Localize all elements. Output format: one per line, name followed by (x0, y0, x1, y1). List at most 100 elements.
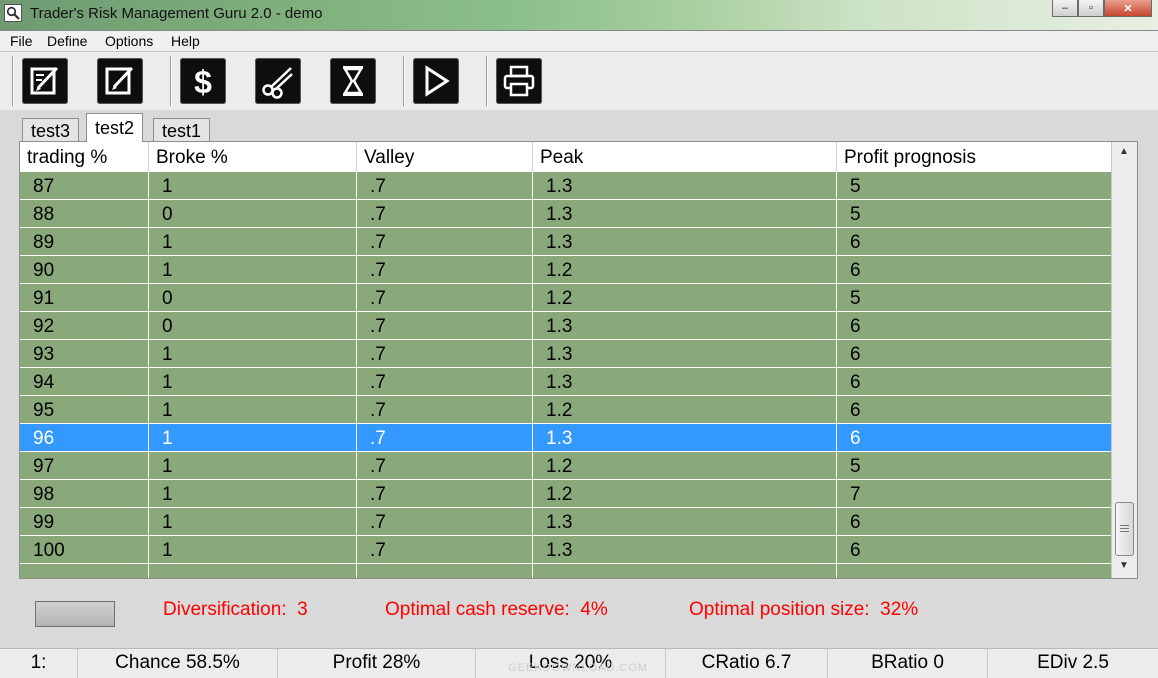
table-row[interactable]: 100 1.7 1.3 6 (20, 536, 1112, 564)
table-cell[interactable]: 95 (20, 396, 149, 424)
table-cell[interactable]: .7 (357, 368, 533, 396)
table-cell[interactable]: .7 (357, 508, 533, 536)
table-cell[interactable]: 6 (837, 508, 1112, 536)
table-row[interactable]: 90 1.7 1.2 6 (20, 256, 1112, 284)
table-cell[interactable]: 1 (149, 172, 357, 200)
tab-test2[interactable]: test2 (86, 113, 144, 142)
scroll-thumb[interactable] (1115, 502, 1134, 556)
menu-help[interactable]: Help (171, 33, 200, 49)
table-row[interactable]: 99 1.7 1.3 6 (20, 508, 1112, 536)
table-cell[interactable]: 100 (20, 536, 149, 564)
table-cell[interactable]: 5 (837, 452, 1112, 480)
table-row[interactable]: 94 1.7 1.3 6 (20, 368, 1112, 396)
table-cell[interactable]: 88 (20, 200, 149, 228)
table-row[interactable]: 98 1.7 1.2 7 (20, 480, 1112, 508)
table-cell[interactable]: 1 (149, 256, 357, 284)
column-header[interactable]: Broke % (149, 142, 357, 172)
table-cell[interactable]: 87 (20, 172, 149, 200)
table-cell[interactable]: 6 (837, 256, 1112, 284)
table-cell[interactable]: 89 (20, 228, 149, 256)
scroll-up-icon[interactable]: ▲ (1119, 146, 1129, 157)
table-row[interactable]: 87 1.7 1.3 5 (20, 172, 1112, 200)
table-row[interactable]: 89 1.7 1.3 6 (20, 228, 1112, 256)
table-cell[interactable]: 1.2 (533, 480, 837, 508)
table-cell[interactable]: .7 (357, 480, 533, 508)
table-cell[interactable]: 5 (837, 284, 1112, 312)
table-cell[interactable]: 6 (837, 228, 1112, 256)
table-row[interactable]: 93 1.7 1.3 6 (20, 340, 1112, 368)
table-cell[interactable]: .7 (357, 172, 533, 200)
tab-test1[interactable]: test1 (153, 118, 211, 142)
table-cell[interactable]: .7 (357, 396, 533, 424)
menu-file[interactable]: File (10, 33, 33, 49)
table-row[interactable]: 88 0.7 1.3 5 (20, 200, 1112, 228)
table-cell[interactable]: .7 (357, 200, 533, 228)
vertical-scrollbar[interactable]: ▲ ▼ (1111, 142, 1137, 578)
table-cell[interactable]: 1.3 (533, 172, 837, 200)
print-button[interactable] (496, 58, 542, 104)
table-cell[interactable]: 0 (149, 284, 357, 312)
table-cell[interactable]: 5 (837, 172, 1112, 200)
table-cell[interactable]: 1 (149, 396, 357, 424)
table-cell[interactable]: 0 (149, 312, 357, 340)
table-cell[interactable]: 0 (149, 200, 357, 228)
table-cell[interactable]: 91 (20, 284, 149, 312)
table-cell[interactable]: 7 (837, 480, 1112, 508)
table-cell[interactable]: 6 (837, 536, 1112, 564)
table-cell[interactable]: 96 (20, 424, 149, 452)
table-cell[interactable]: 5 (837, 200, 1112, 228)
maximize-button[interactable]: ▫ (1078, 0, 1104, 17)
table-row[interactable]: 95 1.7 1.2 6 (20, 396, 1112, 424)
table-cell[interactable]: .7 (357, 536, 533, 564)
table-cell[interactable]: 1.3 (533, 312, 837, 340)
table-cell[interactable]: 1 (149, 368, 357, 396)
table-cell[interactable]: .7 (357, 228, 533, 256)
table-row[interactable]: 92 0.7 1.3 6 (20, 312, 1112, 340)
table-cell[interactable]: 1.3 (533, 424, 837, 452)
table-cell[interactable]: 1.3 (533, 200, 837, 228)
table-cell[interactable]: 6 (837, 340, 1112, 368)
table-cell[interactable]: .7 (357, 312, 533, 340)
scroll-down-icon[interactable]: ▼ (1119, 560, 1129, 571)
table-cell[interactable]: 99 (20, 508, 149, 536)
close-button[interactable]: ✕ (1104, 0, 1152, 17)
table-cell[interactable]: 1.3 (533, 536, 837, 564)
table-cell[interactable]: 1 (149, 536, 357, 564)
table-cell[interactable]: 1 (149, 424, 357, 452)
table-cell[interactable]: 92 (20, 312, 149, 340)
table-cell[interactable]: 1.3 (533, 368, 837, 396)
table-cell[interactable]: .7 (357, 424, 533, 452)
money-button[interactable]: $ (180, 58, 226, 104)
timer-button[interactable] (330, 58, 376, 104)
run-button[interactable] (413, 58, 459, 104)
table-cell[interactable]: 1 (149, 340, 357, 368)
cut-button[interactable] (255, 58, 301, 104)
table-cell[interactable]: 90 (20, 256, 149, 284)
menu-define[interactable]: Define (47, 33, 87, 49)
table-cell[interactable]: 1 (149, 452, 357, 480)
table-cell[interactable]: .7 (357, 256, 533, 284)
table-cell[interactable]: .7 (357, 340, 533, 368)
table-cell[interactable]: 6 (837, 396, 1112, 424)
table-cell[interactable]: 1.3 (533, 340, 837, 368)
column-header[interactable]: trading % (20, 142, 149, 172)
table-cell[interactable]: 1.2 (533, 396, 837, 424)
table-cell[interactable]: 1.3 (533, 228, 837, 256)
table-cell[interactable]: 6 (837, 424, 1112, 452)
tab-test3[interactable]: test3 (22, 118, 80, 142)
table-cell[interactable]: 1.2 (533, 452, 837, 480)
table-cell[interactable]: 94 (20, 368, 149, 396)
table-cell[interactable]: 6 (837, 312, 1112, 340)
table-cell[interactable]: 1.2 (533, 284, 837, 312)
menu-options[interactable]: Options (105, 33, 153, 49)
column-header[interactable]: Profit prognosis (837, 142, 1112, 172)
edit-button[interactable] (97, 58, 143, 104)
table-row-selected[interactable]: 96 1.7 1.3 6 (20, 424, 1112, 452)
table-cell[interactable]: 1 (149, 228, 357, 256)
minimize-button[interactable]: – (1052, 0, 1078, 17)
column-header[interactable]: Peak (533, 142, 837, 172)
table-row[interactable]: 91 0.7 1.2 5 (20, 284, 1112, 312)
table-cell[interactable]: 98 (20, 480, 149, 508)
table-cell[interactable]: 93 (20, 340, 149, 368)
column-header[interactable]: Valley (357, 142, 533, 172)
